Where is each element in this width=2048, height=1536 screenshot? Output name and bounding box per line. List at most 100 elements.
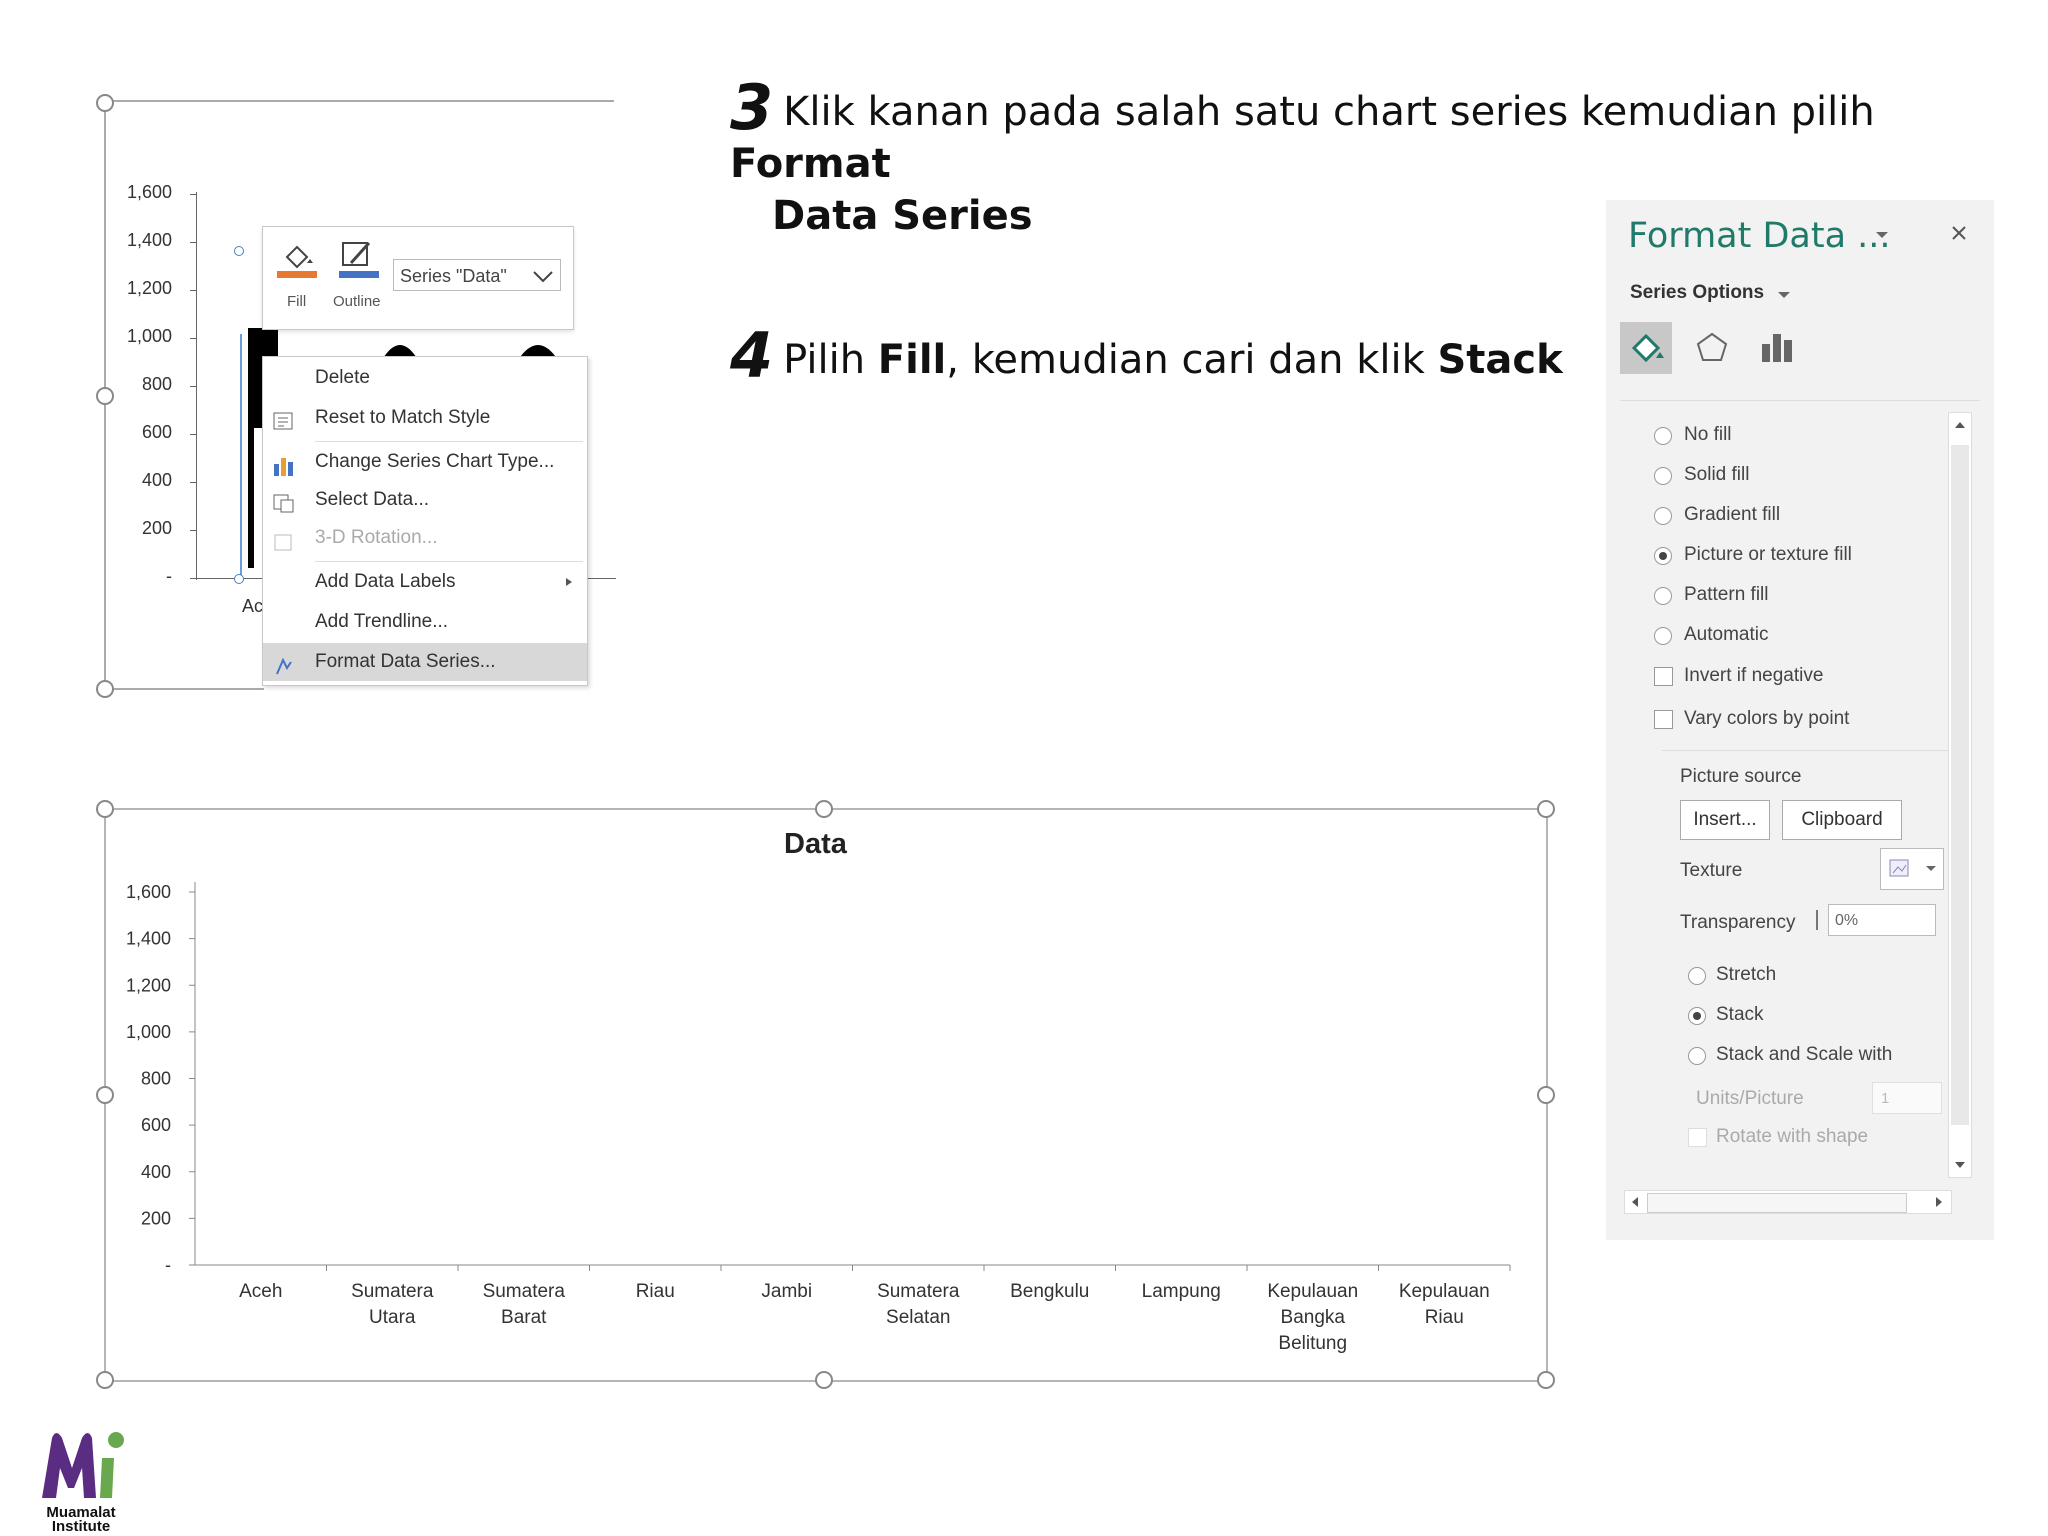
menu-item-reset-style[interactable]: Reset to Match Style (263, 399, 587, 437)
x-category-label: Kepulauan (1399, 1281, 1490, 1302)
menu-item-select-data[interactable]: Select Data... (263, 481, 587, 519)
selection-handle[interactable] (234, 246, 244, 256)
radio-stack-and-scale[interactable] (1688, 1047, 1706, 1065)
y-tick-label: 1,600 (126, 882, 171, 902)
menu-item-label: Change Series Chart Type... (315, 451, 555, 472)
person-pictograph (1295, 919, 1330, 1032)
menu-item-label: Select Data... (315, 489, 430, 510)
menu-item-change-chart-type[interactable]: Change Series Chart Type... (263, 443, 587, 481)
insert-button[interactable]: Insert... (1680, 800, 1770, 840)
resize-handle[interactable] (96, 680, 114, 698)
vertical-scrollbar[interactable] (1948, 412, 1972, 1178)
radio-label: Stack (1716, 1004, 1764, 1025)
menu-item-label: Reset to Match Style (315, 407, 491, 428)
resize-handle[interactable] (815, 800, 833, 818)
fill-button[interactable] (277, 237, 317, 285)
y-tick-label: - (165, 1255, 171, 1275)
x-category-label: Selatan (886, 1307, 950, 1328)
radio-stack[interactable] (1688, 1007, 1706, 1025)
y-tick-label: 1,000 (126, 326, 172, 346)
radio-picture-texture-fill[interactable] (1654, 547, 1672, 565)
radio-automatic[interactable] (1654, 627, 1672, 645)
checkbox-invert-if-negative[interactable] (1654, 667, 1673, 686)
person-pictograph (901, 919, 936, 1032)
resize-handle[interactable] (96, 800, 114, 818)
tab-series-options[interactable] (1752, 322, 1804, 374)
menu-item-add-data-labels[interactable]: Add Data Labels (263, 563, 587, 601)
menu-item-label: Add Data Labels (315, 571, 456, 592)
cube-icon (273, 528, 295, 551)
transparency-slider[interactable] (1816, 910, 1818, 930)
x-category-label: Bangka (1281, 1307, 1346, 1328)
menu-item-3d-rotation[interactable]: 3-D Rotation... (263, 519, 587, 557)
scrollbar-thumb[interactable] (1951, 445, 1969, 1125)
texture-swatch-icon (1889, 859, 1909, 877)
checkbox-vary-colors[interactable] (1654, 710, 1673, 729)
checkbox-rotate-with-shape[interactable] (1688, 1128, 1707, 1147)
person-pictograph (1427, 1152, 1462, 1265)
person-pictograph (375, 1152, 410, 1265)
x-category-label: Jambi (761, 1281, 812, 1302)
menu-item-label: Format Data Series... (315, 651, 496, 672)
menu-item-delete[interactable]: Delete (263, 359, 587, 397)
chevron-down-icon (1926, 866, 1936, 871)
radio-label: Stack and Scale with (1716, 1044, 1893, 1065)
texture-label: Texture (1680, 860, 1743, 881)
resize-handle[interactable] (96, 1371, 114, 1389)
panel-divider (1620, 400, 1980, 401)
series-selector-value: Series "Data" (400, 266, 507, 286)
step-4-text-b: , kemudian cari dan klik (946, 337, 1438, 383)
selection-handle[interactable] (234, 574, 244, 584)
tab-effects[interactable] (1686, 322, 1738, 374)
scroll-up-icon[interactable] (1954, 421, 1966, 429)
outline-button[interactable] (339, 237, 379, 285)
transparency-input[interactable]: 0% (1828, 904, 1936, 936)
resize-handle[interactable] (1537, 1371, 1555, 1389)
series-options-dropdown[interactable]: Series Options (1630, 282, 1764, 304)
person-pictograph (1032, 1036, 1067, 1149)
logo-mark-icon (42, 1432, 124, 1498)
radio-gradient-fill[interactable] (1654, 507, 1672, 525)
scroll-right-icon[interactable] (1935, 1196, 1943, 1208)
scrollbar-thumb[interactable] (1647, 1193, 1907, 1213)
clipboard-button[interactable]: Clipboard (1782, 800, 1902, 840)
step-4-bold-b: Stack (1437, 337, 1563, 383)
close-icon[interactable] (1950, 224, 1968, 242)
scroll-down-icon[interactable] (1954, 1161, 1966, 1169)
y-tick-label: 600 (141, 1115, 171, 1135)
y-tick-label: 600 (141, 422, 172, 442)
radio-pattern-fill[interactable] (1654, 587, 1672, 605)
panel-divider (1662, 750, 1952, 751)
person-pictograph (1164, 1152, 1199, 1265)
chevron-down-icon (1778, 292, 1790, 298)
person-pictograph (506, 919, 541, 1032)
radio-label: No fill (1684, 424, 1732, 445)
checkbox-label: Rotate with shape (1716, 1126, 1869, 1147)
menu-item-format-data-series[interactable]: Format Data Series... (263, 643, 587, 681)
radio-solid-fill[interactable] (1654, 467, 1672, 485)
series-selector[interactable]: Series "Data" (393, 259, 561, 291)
paint-bucket-icon (1631, 333, 1664, 363)
chart-title: Data (784, 828, 847, 860)
logo-text-line2: Institute (51, 1518, 111, 1535)
tab-fill-line[interactable] (1620, 322, 1672, 374)
radio-stretch[interactable] (1688, 967, 1706, 985)
step-4-number: 4 (730, 319, 774, 392)
units-picture-input[interactable]: 1 (1872, 1082, 1942, 1114)
context-menu: Delete Reset to Match Style Change Serie… (262, 356, 588, 686)
menu-item-add-trendline[interactable]: Add Trendline... (263, 603, 587, 641)
radio-no-fill[interactable] (1654, 427, 1672, 445)
panel-menu-dropdown-icon[interactable] (1874, 230, 1890, 240)
resize-handle[interactable] (1537, 800, 1555, 818)
radio-label: Picture or texture fill (1684, 544, 1852, 565)
texture-picker[interactable] (1880, 848, 1944, 890)
person-pictograph (638, 1036, 673, 1149)
resize-handle[interactable] (96, 94, 114, 112)
x-category-label: Barat (501, 1307, 547, 1328)
horizontal-scrollbar[interactable] (1624, 1190, 1952, 1214)
y-tick-label: 1,000 (126, 1022, 171, 1042)
resize-handle[interactable] (815, 1371, 833, 1389)
scroll-left-icon[interactable] (1631, 1196, 1639, 1208)
top-chart-frame-bottom (104, 688, 264, 690)
person-pictograph (1295, 1036, 1330, 1149)
